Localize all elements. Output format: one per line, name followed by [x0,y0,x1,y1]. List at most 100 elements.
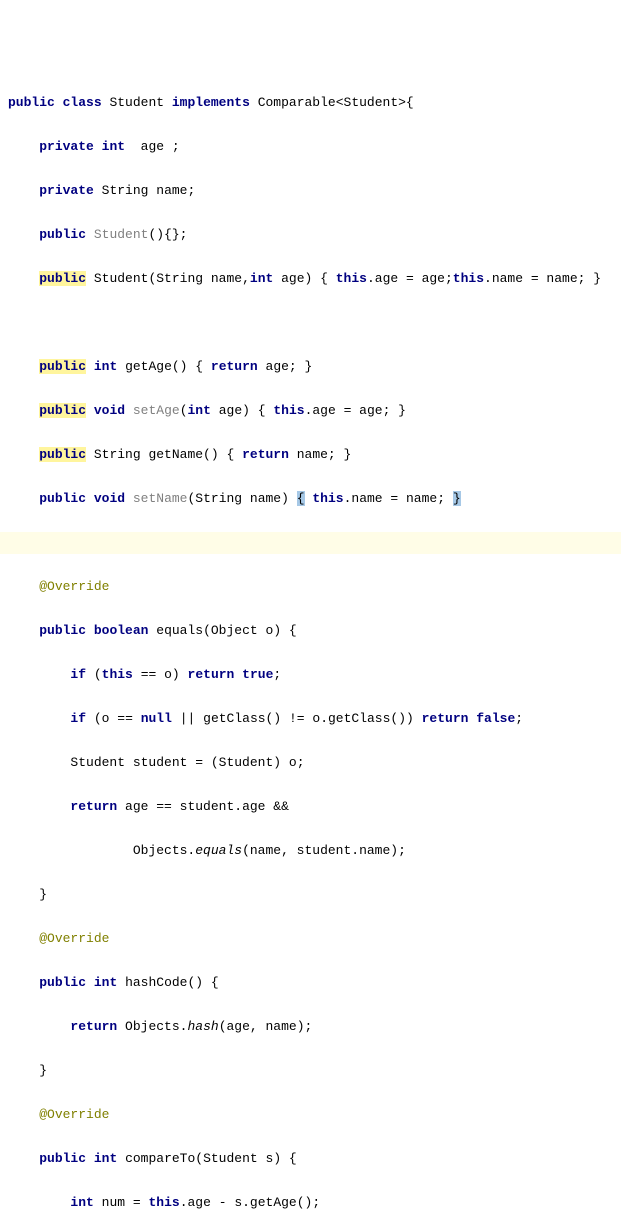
annotation-override: @Override [39,931,109,946]
objects-class: Objects. [125,1019,187,1034]
code-line: } [8,1060,613,1082]
keyword-int: int [250,271,273,286]
rest: .age = age; } [305,403,406,418]
keyword-return: return [70,1019,117,1034]
var-o: o [164,667,172,682]
keyword-this: this [312,491,343,506]
keyword-int: int [94,1151,117,1166]
param-age: age [281,271,304,286]
keyword-private: private [39,139,94,154]
rest: .name = name; [344,491,445,506]
keyword-int: int [188,403,211,418]
paren: ) { [305,271,328,286]
args: (age, name); [219,1019,313,1034]
annotation-override: @Override [39,1107,109,1122]
keyword-if: if [70,711,86,726]
keyword-public: public [39,227,86,242]
blank-line [8,312,613,334]
code-line: public class Student implements Comparab… [8,92,613,114]
args: (name, student.name); [242,843,406,858]
code-line: if (this == o) return true; [8,664,613,686]
param-age: age [219,403,242,418]
paren: ( [94,667,102,682]
keyword-return: return [242,447,289,462]
semi: ; [515,711,523,726]
op: == [141,667,157,682]
close: ) { [273,1151,296,1166]
classname: Student [109,95,164,110]
getclass: .getClass()) [320,711,414,726]
code-line: public int compareTo(Student s) { [8,1148,613,1170]
param-name: name [211,271,242,286]
code-line: public String getName() { return name; } [8,444,613,466]
keyword-this: this [148,1195,179,1210]
args: (String [187,491,242,506]
semi: ; [297,755,305,770]
keyword-int: int [102,139,125,154]
decl-num: num = [102,1195,141,1210]
semi: ; [273,667,281,682]
keyword-void: void [94,403,125,418]
assign-name: .name = name; } [484,271,601,286]
code-line: return Objects.hash(age, name); [8,1016,613,1038]
var-s: s [234,1195,242,1210]
brace-selected: } [453,491,461,506]
keyword-boolean: boolean [94,623,149,638]
keyword-public: public [39,491,86,506]
brace: } [39,1063,47,1078]
code-line: @Override [8,928,613,950]
keyword-private: private [39,183,94,198]
field-name: name; [156,183,195,198]
close: ) [281,491,289,506]
keyword-public: public [39,359,86,374]
expr: age == student.age && [125,799,289,814]
getage: .getAge(); [242,1195,320,1210]
type-string: String [102,183,149,198]
keyword-public: public [8,95,55,110]
code-line: public Student(String name,int age) { th… [8,268,613,290]
close: ) { [273,623,296,638]
keyword-return: return [70,799,117,814]
param-name: name [250,491,281,506]
keyword-false: false [476,711,515,726]
keyword-class: class [63,95,102,110]
code-line: int num = this.age - s.getAge(); [8,1192,613,1214]
keyword-int: int [94,359,117,374]
keyword-null: null [141,711,172,726]
keyword-public: public [39,623,86,638]
ctor-rest: (){}; [148,227,187,242]
type-comparable: Comparable<Student>{ [258,95,414,110]
brace-selected: { [297,491,305,506]
paren: ( [180,403,188,418]
code-line: } [8,884,613,906]
field-age: age ; [141,139,180,154]
objects-class: Objects. [133,843,195,858]
code-line: Student student = (Student) o; [8,752,613,774]
or-expr: || getClass() != [180,711,305,726]
brace: } [39,887,47,902]
assign-age: .age = age; [367,271,453,286]
code-line: if (o == null || getClass() != o.getClas… [8,708,613,730]
keyword-implements: implements [172,95,250,110]
keyword-return: return [211,359,258,374]
close: ) [172,667,180,682]
op: == [117,711,133,726]
keyword-true: true [242,667,273,682]
code-line: public int getAge() { return age; } [8,356,613,378]
keyword-this: this [453,271,484,286]
param-o: o [266,623,274,638]
code-line: return age == student.age && [8,796,613,818]
code-line: public void setAge(int age) { this.age =… [8,400,613,422]
method-compareto: compareTo(Student [125,1151,258,1166]
code-line: public int hashCode() { [8,972,613,994]
keyword-public: public [39,1151,86,1166]
method-equals: equals(Object [156,623,257,638]
code-line: private int age ; [8,136,613,158]
keyword-this: this [336,271,367,286]
method-setage: setAge [133,403,180,418]
keyword-public: public [39,403,86,418]
var-o: o [289,755,297,770]
paren: ( [94,711,102,726]
keyword-this: this [273,403,304,418]
keyword-void: void [94,491,125,506]
